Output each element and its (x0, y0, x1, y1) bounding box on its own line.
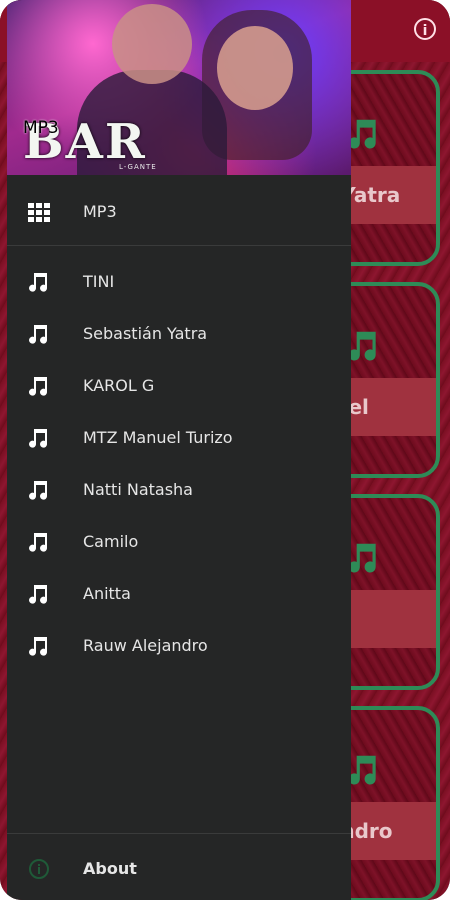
navigation-drawer: BAR L-GANTE MP3 MP3 TINI Sebastián Yatra (7, 0, 351, 900)
music-note-icon (29, 533, 47, 552)
menu-item-artist[interactable]: Rauw Alejandro (7, 620, 351, 672)
menu-item-artist[interactable]: MTZ Manuel Turizo (7, 412, 351, 464)
menu-item-artist[interactable]: Camilo (7, 516, 351, 568)
menu-item-label: KAROL G (83, 376, 155, 395)
menu-item-label: Natti Natasha (83, 480, 193, 499)
menu-item-label: About (83, 859, 137, 878)
menu-item-label: MTZ Manuel Turizo (83, 428, 233, 447)
menu-item-label: MP3 (83, 202, 117, 221)
drawer-header-banner: BAR L-GANTE MP3 (7, 0, 351, 175)
menu-item-artist[interactable]: TINI (7, 256, 351, 308)
banner-photo-shape (217, 26, 293, 110)
device-screen: i n Yatra nuel jandro BAR L-GANTE MP3 (0, 0, 450, 900)
drawer-app-name: MP3 (23, 118, 59, 138)
menu-item-artist[interactable]: Natti Natasha (7, 464, 351, 516)
menu-item-artist[interactable]: Sebastián Yatra (7, 308, 351, 360)
music-note-icon (29, 637, 47, 656)
banner-subtitle: L-GANTE (119, 163, 157, 171)
menu-item-label: Camilo (83, 532, 139, 551)
music-note-icon (29, 481, 47, 500)
music-note-icon (29, 325, 47, 344)
info-icon[interactable]: i (414, 18, 436, 40)
menu-item-about[interactable]: About (7, 843, 351, 895)
menu-item-label: Anitta (83, 584, 131, 603)
menu-item-label: TINI (83, 272, 115, 291)
music-note-icon (29, 429, 47, 448)
menu-item-artist[interactable]: KAROL G (7, 360, 351, 412)
music-note-icon (29, 273, 47, 292)
music-note-icon (29, 585, 47, 604)
menu-item-label: Rauw Alejandro (83, 636, 208, 655)
grid-icon (28, 203, 50, 222)
menu-item-mp3[interactable]: MP3 (7, 186, 351, 238)
menu-divider (7, 245, 351, 246)
menu-item-label: Sebastián Yatra (83, 324, 208, 343)
music-note-icon (29, 377, 47, 396)
menu-item-artist[interactable]: Anitta (7, 568, 351, 620)
info-icon (29, 859, 49, 879)
banner-photo-shape (112, 4, 192, 84)
menu-divider (7, 833, 351, 834)
